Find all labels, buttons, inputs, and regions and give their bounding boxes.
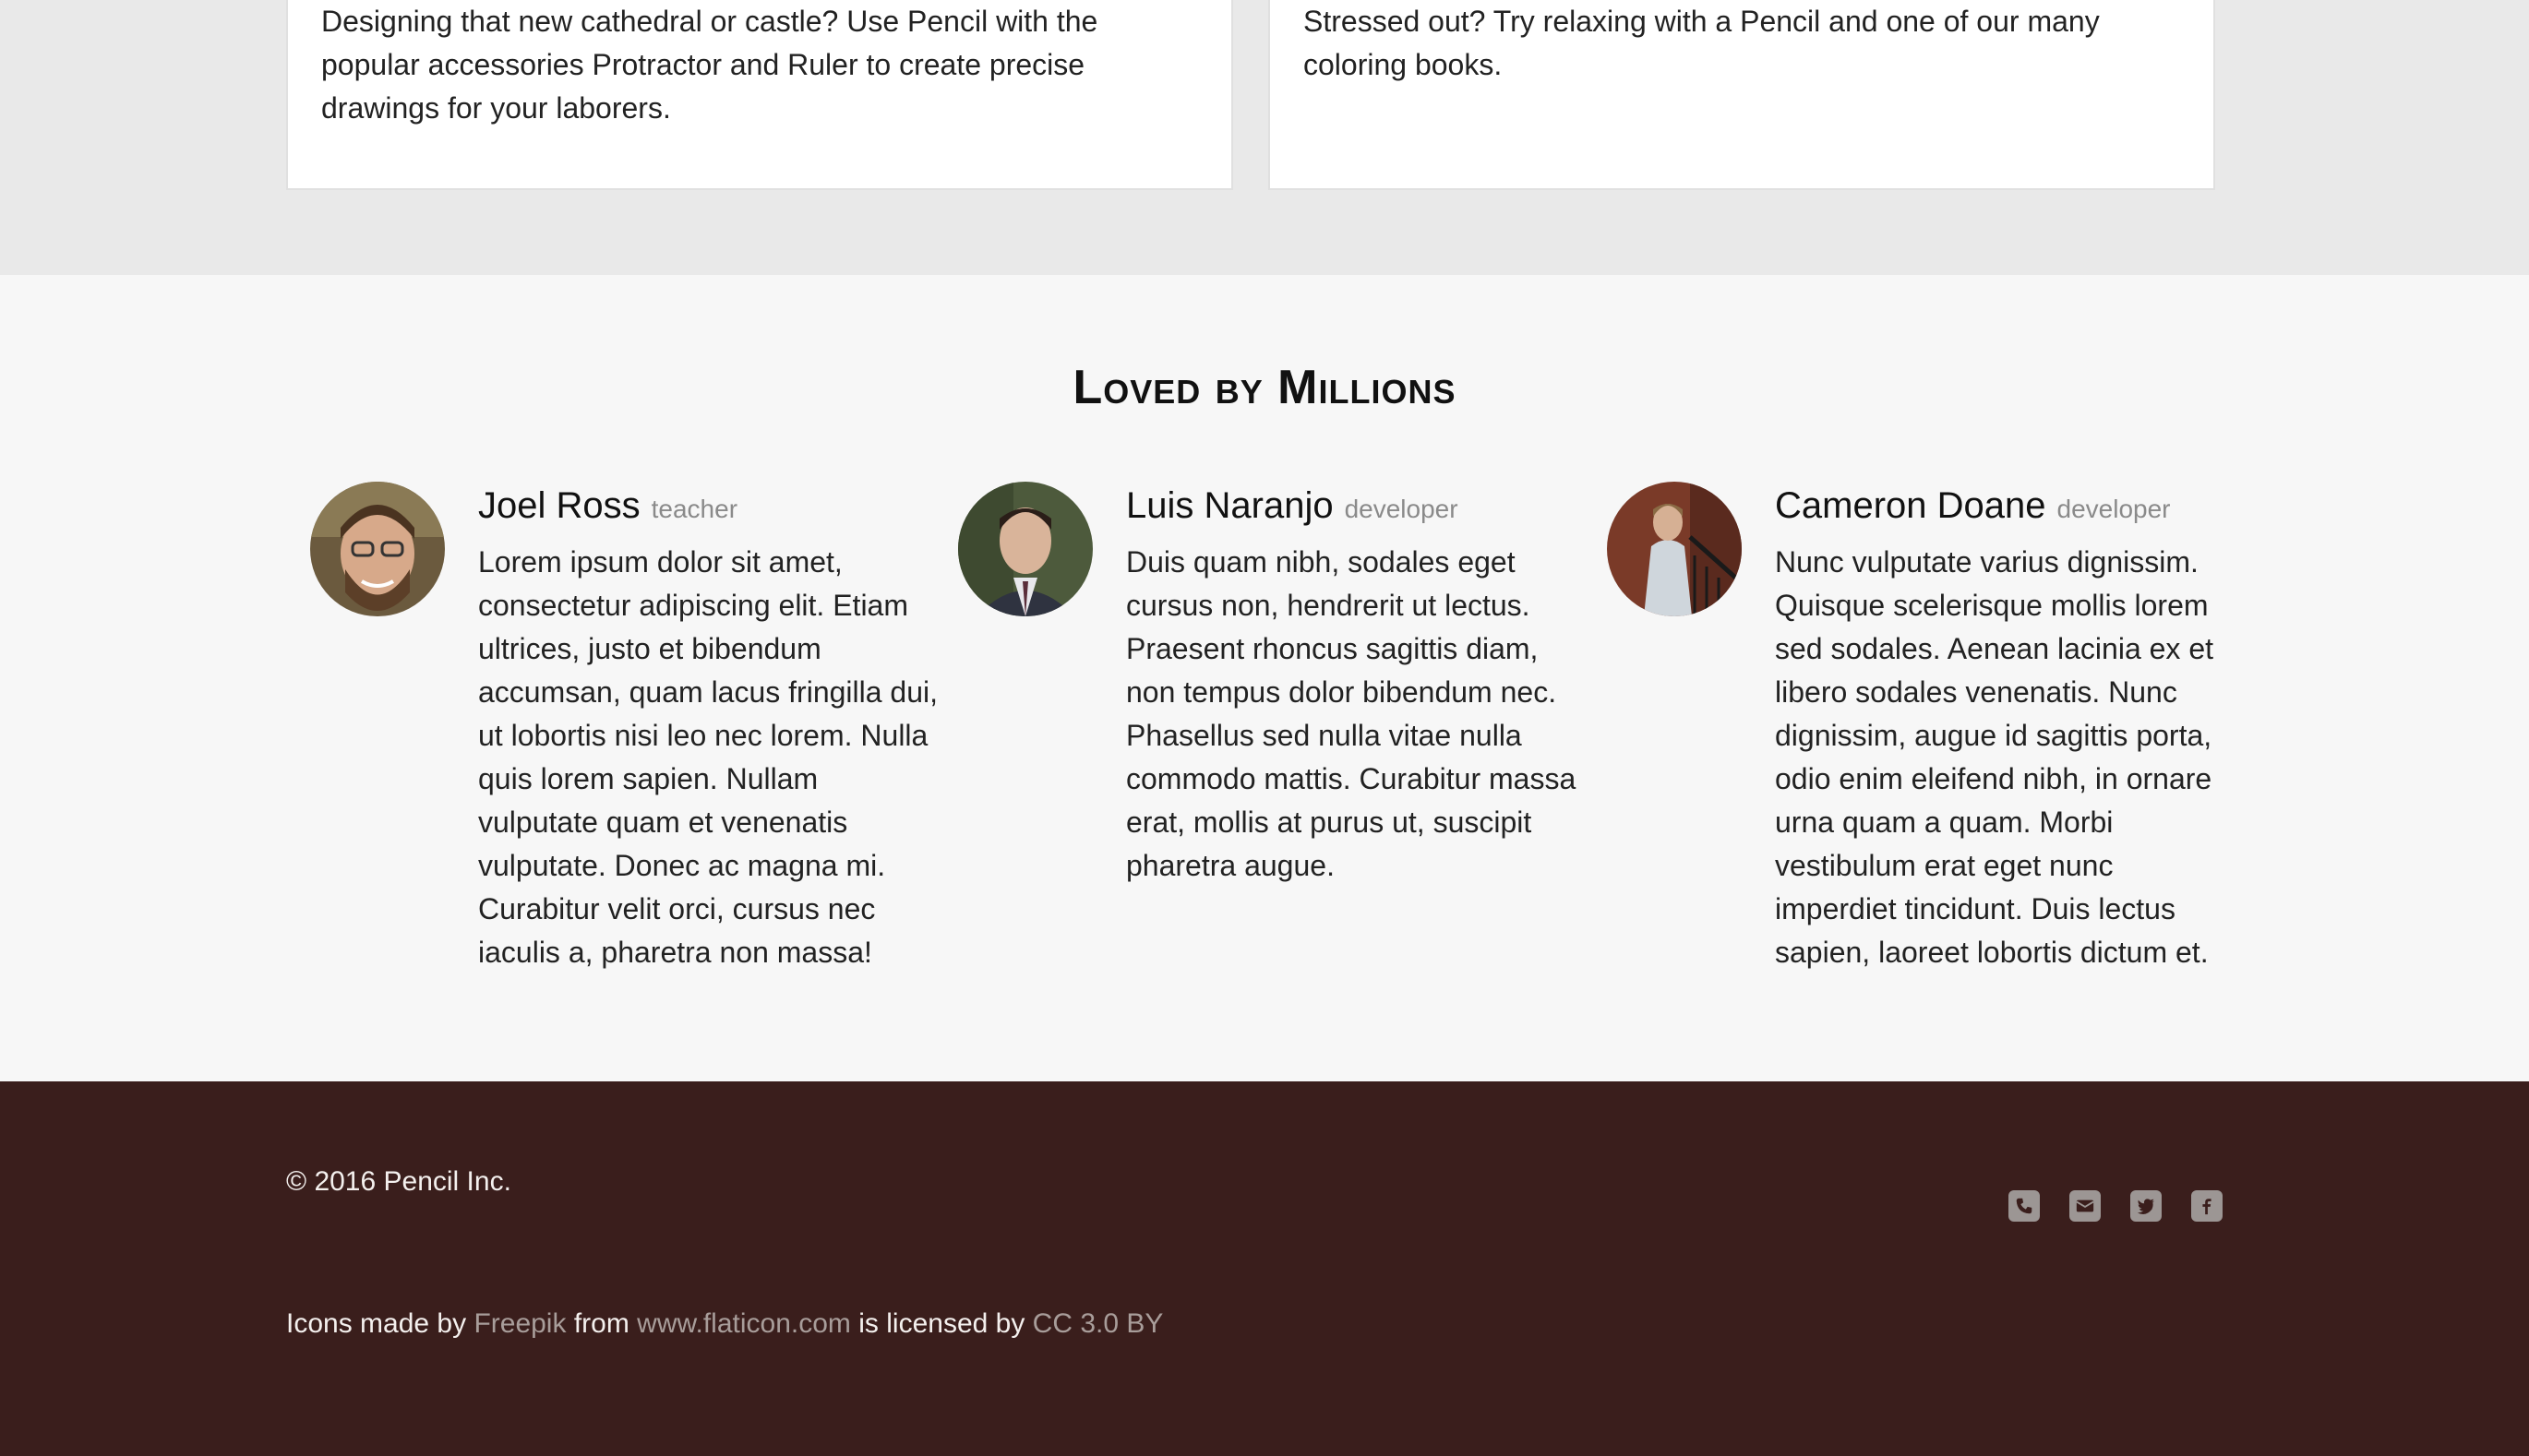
features-band: Designing that new cathedral or castle? … xyxy=(0,0,2529,275)
testimonials-title: Loved by Millions xyxy=(1073,361,1456,414)
testimonial-text: Nunc vulputate varius dignissim. Quisque… xyxy=(1775,545,2213,969)
feature-card-relax: Stressed out? Try relaxing with a Pencil… xyxy=(1268,0,2215,190)
site-footer: © 2016 Pencil Inc. Icons made by Freepik… xyxy=(0,1081,2529,1456)
flaticon-link[interactable]: www.flaticon.com xyxy=(637,1308,851,1339)
testimonial-heading: Luis Naranjo developer xyxy=(1126,482,1588,530)
phone-icon[interactable] xyxy=(2008,1190,2040,1222)
freepik-link[interactable]: Freepik xyxy=(473,1308,566,1339)
copyright: © 2016 Pencil Inc. xyxy=(286,1166,511,1197)
credits-text: from xyxy=(566,1308,638,1339)
person-name: Cameron Doane xyxy=(1775,485,2046,526)
credits-text: is licensed by xyxy=(850,1308,1033,1339)
feature-card-drafting: Designing that new cathedral or castle? … xyxy=(286,0,1233,190)
testimonial-text: Duis quam nibh, sodales eget cursus non,… xyxy=(1126,545,1576,882)
avatar xyxy=(310,482,445,616)
testimonial-text: Lorem ipsum dolor sit amet, consectetur … xyxy=(478,545,939,969)
person-role: teacher xyxy=(651,495,738,523)
avatar xyxy=(958,482,1093,616)
person-name: Joel Ross xyxy=(478,485,641,526)
testimonial-heading: Cameron Doane developer xyxy=(1775,482,2236,530)
testimonial-body: Joel Ross teacher Lorem ipsum dolor sit a… xyxy=(478,482,940,974)
feature-card-text: Designing that new cathedral or castle? … xyxy=(321,5,1098,125)
twitter-icon[interactable] xyxy=(2130,1190,2162,1222)
avatar xyxy=(1607,482,1742,616)
icon-credits: Icons made by Freepik from www.flaticon.… xyxy=(286,1308,1163,1340)
testimonial-heading: Joel Ross teacher xyxy=(478,482,940,530)
social-links xyxy=(2008,1190,2223,1222)
person-role: developer xyxy=(2056,495,2171,523)
testimonial-body: Cameron Doane developer Nunc vulputate va… xyxy=(1775,482,2236,974)
feature-card-text: Stressed out? Try relaxing with a Pencil… xyxy=(1303,5,2100,81)
facebook-icon[interactable] xyxy=(2191,1190,2223,1222)
credits-text: Icons made by xyxy=(286,1308,474,1339)
testimonial-body: Luis Naranjo developer Duis quam nibh, so… xyxy=(1126,482,1588,888)
person-name: Luis Naranjo xyxy=(1126,485,1334,526)
testimonials-section: Loved by Millions Joel Ross teacher Lorem… xyxy=(0,275,2529,1081)
mail-icon[interactable] xyxy=(2069,1190,2101,1222)
license-link[interactable]: CC 3.0 BY xyxy=(1033,1308,1164,1339)
person-role: developer xyxy=(1344,495,1458,523)
